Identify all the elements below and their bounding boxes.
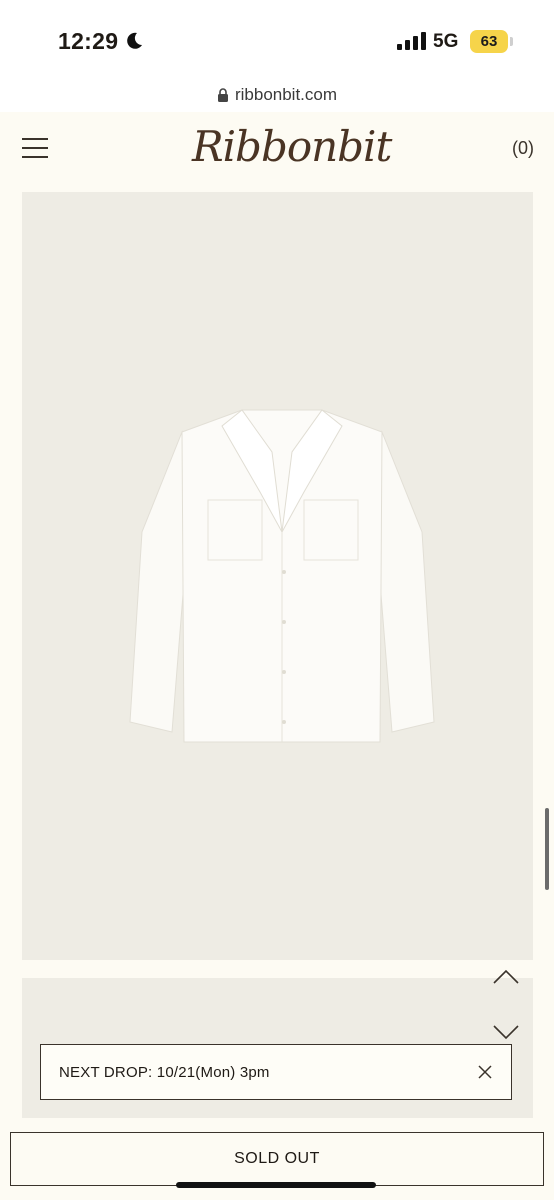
status-bar: 12:29 5G 63 [0, 0, 554, 80]
home-indicator[interactable] [176, 1182, 376, 1188]
close-icon[interactable] [477, 1064, 493, 1080]
battery-tip [510, 37, 513, 46]
url-bar[interactable]: ribbonbit.com [0, 80, 554, 112]
next-drop-notice: NEXT DROP: 10/21(Mon) 3pm [40, 1044, 512, 1100]
cart-count[interactable]: (0) [512, 138, 534, 159]
lock-icon [217, 87, 228, 102]
next-drop-text: NEXT DROP: 10/21(Mon) 3pm [59, 1064, 270, 1081]
site-logo[interactable]: Ribbonbit [192, 122, 392, 171]
url-display[interactable]: ribbonbit.com [217, 85, 337, 105]
network-type: 5G [433, 31, 459, 52]
moon-icon [127, 32, 142, 49]
status-time: 12:29 [58, 28, 119, 54]
chevron-down-icon[interactable] [492, 1020, 520, 1044]
white-blouse-icon [129, 409, 435, 743]
product-image-card[interactable] [22, 192, 533, 960]
menu-icon[interactable] [22, 138, 48, 160]
sold-out-button[interactable]: SOLD OUT [10, 1132, 544, 1186]
battery-level: 63 [470, 30, 508, 53]
chevron-up-icon[interactable] [492, 965, 520, 989]
url-text: ribbonbit.com [234, 85, 338, 104]
scrollbar[interactable] [545, 808, 549, 890]
site-header: Ribbonbit (0) [0, 112, 554, 190]
signal-icon [397, 32, 426, 50]
